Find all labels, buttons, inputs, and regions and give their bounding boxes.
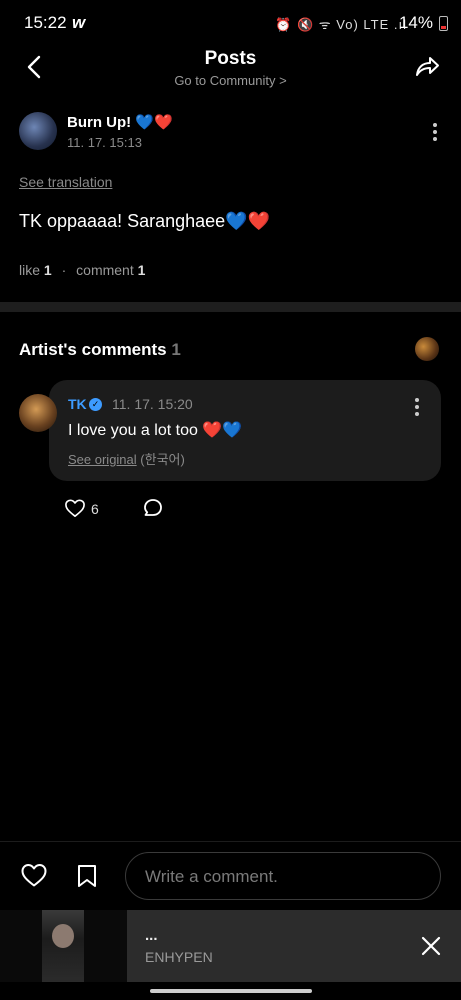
post-author-name[interactable]: Burn Up! 💙❤️ [67, 113, 173, 131]
bookmark-icon[interactable] [75, 863, 99, 889]
comment-input[interactable]: Write a comment. [125, 852, 441, 900]
app-logo-icon: w [72, 13, 86, 32]
artist-comments-count: 1 [171, 340, 181, 359]
see-translation-link[interactable]: See translation [19, 174, 112, 190]
post-body: TK oppaaaa! Saranghaee💙❤️ [19, 211, 270, 231]
reply-bubble-icon[interactable] [142, 497, 164, 519]
section-divider [0, 302, 461, 312]
original-language: (한국어) [140, 452, 185, 467]
verified-badge-icon: ✓ [89, 398, 102, 411]
mini-player-artist: ENHYPEN [145, 949, 213, 965]
comment-label: comment [76, 262, 134, 278]
stats-separator: · [61, 262, 67, 278]
home-indicator[interactable] [150, 989, 312, 993]
share-icon[interactable] [413, 52, 441, 80]
post-stats: like 1 · comment 1 [19, 262, 145, 278]
see-original-row: See original (한국어) [68, 449, 185, 468]
post-more-icon[interactable] [432, 123, 438, 144]
close-icon[interactable] [420, 935, 442, 957]
artist-avatar-small[interactable] [415, 337, 439, 361]
post-timestamp: 11. 17. 15:13 [67, 135, 142, 150]
status-icons: ⏰ 🔇 ᯤ Vo) LTE .ıl [275, 17, 407, 32]
status-time: 15:22 [24, 13, 67, 32]
page-title: Posts [204, 48, 257, 69]
battery-icon [439, 16, 448, 31]
comment-text: I love you a lot too ❤️💙 [68, 422, 243, 439]
like-heart-icon[interactable] [20, 862, 48, 888]
like-label: like [19, 262, 41, 278]
post-author-avatar[interactable] [19, 112, 57, 150]
mini-player-thumbnail[interactable] [42, 910, 84, 982]
see-original-link[interactable]: See original [68, 452, 137, 467]
comment-timestamp: 11. 17. 15:20 [112, 396, 193, 412]
go-to-community-link[interactable]: Go to Community > [0, 73, 461, 88]
commenter-avatar[interactable] [19, 394, 57, 432]
mini-player-info[interactable] [127, 910, 461, 982]
composer-divider [0, 841, 461, 842]
comment-more-icon[interactable] [414, 398, 420, 419]
artist-comments-heading: Artist's comments 1 [19, 340, 181, 360]
like-count: 1 [43, 262, 52, 278]
commenter-name[interactable]: TK [68, 396, 87, 412]
artist-comments-title: Artist's comments [19, 340, 167, 359]
battery-percent: 14% [398, 13, 433, 32]
comment-count: 1 [137, 262, 146, 278]
comment-like-heart-icon[interactable] [64, 498, 86, 518]
mini-player-title: ... [145, 927, 158, 944]
comment-like-count: 6 [91, 501, 99, 517]
